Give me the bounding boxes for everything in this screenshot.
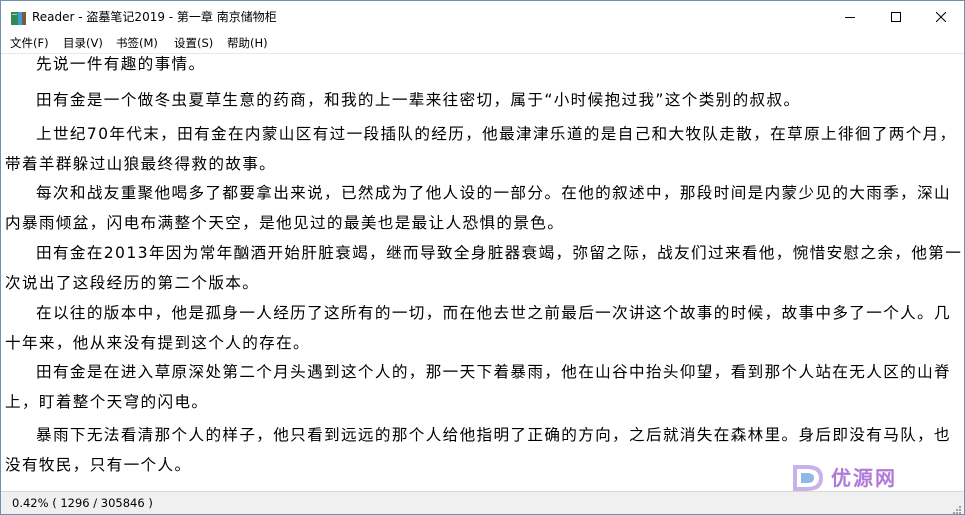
status-bar: 0.42% ( 1296 / 305846 ) (1, 491, 964, 514)
paragraph-1: 先说一件有趣的事情。 (36, 55, 206, 73)
menu-contents[interactable]: 目录(V) (62, 35, 104, 51)
menu-bookmarks[interactable]: 书签(M) (115, 35, 159, 51)
resize-grip-icon[interactable] (950, 500, 962, 514)
reading-area[interactable]: 先说一件有趣的事情。 田有金是一个做冬虫夏草生意的药商，和我的上一辈来往密切，属… (1, 54, 964, 492)
window-title: Reader - 盗墓笔记2019 - 第一章 南京储物柜 (32, 10, 277, 24)
menu-settings[interactable]: 设置(S) (173, 35, 214, 51)
close-icon (936, 12, 946, 22)
book-icon (11, 10, 26, 25)
menu-file[interactable]: 文件(F) (9, 35, 50, 51)
menu-help[interactable]: 帮助(H) (226, 35, 269, 51)
watermark: 优源网 (791, 463, 951, 493)
paragraph-4: 每次和战友重聚他喝多了都要拿出来说，已然成为了他人设的一部分。在他的叙述中，那段… (5, 184, 951, 232)
paragraph-2: 田有金是一个做冬虫夏草生意的药商，和我的上一辈来往密切，属于“小时候抱过我”这个… (36, 91, 801, 109)
reader-window: Reader - 盗墓笔记2019 - 第一章 南京储物柜 文件(F) 目录(V… (0, 0, 965, 515)
paragraph-6: 在以往的版本中，他是孤身一人经历了这所有的一切，而在他去世之前最后一次讲这个故事… (5, 304, 951, 352)
minimize-button[interactable] (827, 1, 873, 33)
menu-bar: 文件(F) 目录(V) 书签(M) 设置(S) 帮助(H) (1, 33, 964, 54)
minimize-icon (845, 12, 855, 22)
watermark-text: 优源网 (831, 466, 897, 490)
paragraph-7: 田有金是在进入草原深处第二个月头遇到这个人的，那一天下着暴雨，他在山谷中抬头仰望… (5, 363, 951, 411)
paragraph-5: 田有金在2013年因为常年酗酒开始肝脏衰竭，继而导致全身脏器衰竭，弥留之际，战友… (5, 244, 963, 292)
maximize-icon (891, 12, 901, 22)
title-bar[interactable]: Reader - 盗墓笔记2019 - 第一章 南京储物柜 (1, 1, 964, 33)
close-button[interactable] (918, 1, 964, 33)
paragraph-3: 上世纪70年代末，田有金在内蒙山区有过一段插队的经历，他最津津乐道的是自己和大牧… (5, 125, 957, 173)
reading-progress: 0.42% ( 1296 / 305846 ) (12, 496, 153, 510)
maximize-button[interactable] (873, 1, 919, 33)
